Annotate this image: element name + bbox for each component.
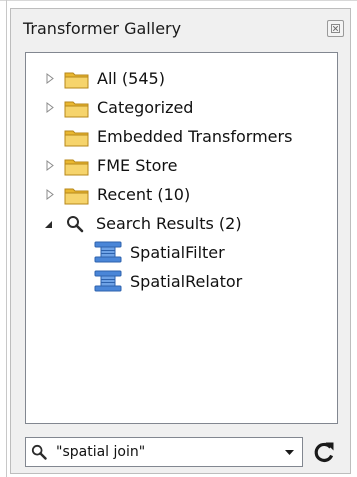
- close-button[interactable]: [327, 20, 344, 37]
- transformer-tree: All (545) Categorized Embedded Transform…: [25, 52, 338, 424]
- tree-item-label: Categorized: [97, 98, 194, 117]
- tree-item-fme-store[interactable]: FME Store: [26, 152, 337, 180]
- search-bar: "spatial join": [25, 437, 338, 467]
- collapse-arrow-icon[interactable]: [44, 220, 53, 229]
- folder-icon: [64, 101, 89, 118]
- panel-title-bar: Transformer Gallery: [11, 9, 350, 45]
- expand-arrow-icon[interactable]: [46, 189, 54, 200]
- close-icon: [331, 24, 340, 33]
- panel-title: Transformer Gallery: [23, 19, 182, 38]
- folder-icon: [64, 72, 89, 89]
- folder-icon: [64, 188, 89, 205]
- expand-arrow-icon[interactable]: [46, 102, 54, 113]
- dropdown-arrow-icon[interactable]: [285, 450, 294, 455]
- window-top-border: [0, 0, 357, 1]
- transformer-gallery-panel: Transformer Gallery All (545) Categorize…: [10, 8, 351, 474]
- tree-item-categorized[interactable]: Categorized: [26, 94, 337, 122]
- tree-item-label: All (545): [97, 69, 165, 88]
- search-icon: [67, 216, 84, 233]
- tree-item-embedded-transformers[interactable]: Embedded Transformers: [26, 123, 337, 151]
- search-icon: [31, 444, 47, 460]
- tree-item-recent[interactable]: Recent (10): [26, 181, 337, 209]
- expand-arrow-icon[interactable]: [46, 160, 54, 171]
- transformer-icon: [94, 241, 122, 263]
- tree-item-all[interactable]: All (545): [26, 65, 337, 93]
- expand-arrow-icon[interactable]: [46, 73, 54, 84]
- transformer-icon: [94, 270, 122, 292]
- window-left-border: [6, 0, 7, 477]
- search-result-spatialrelator[interactable]: SpatialRelator: [26, 268, 337, 296]
- search-combobox[interactable]: "spatial join": [25, 437, 303, 467]
- refresh-icon[interactable]: [312, 439, 336, 465]
- folder-icon: [64, 130, 89, 147]
- search-input[interactable]: "spatial join": [56, 444, 145, 460]
- search-result-label: SpatialRelator: [130, 272, 243, 291]
- tree-item-label: Search Results (2): [96, 214, 242, 233]
- folder-icon: [64, 159, 89, 176]
- tree-item-label: Embedded Transformers: [97, 127, 293, 146]
- search-result-label: SpatialFilter: [130, 243, 225, 262]
- tree-item-search-results[interactable]: Search Results (2): [26, 210, 337, 238]
- tree-item-label: FME Store: [97, 156, 178, 175]
- tree-item-label: Recent (10): [97, 185, 191, 204]
- search-result-spatialfilter[interactable]: SpatialFilter: [26, 239, 337, 267]
